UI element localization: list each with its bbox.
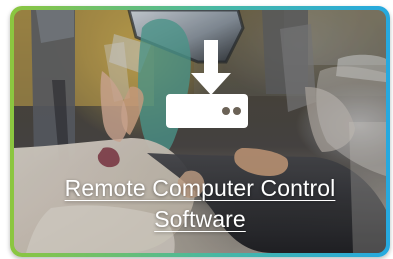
download-to-drive-icon (166, 40, 248, 128)
card-title-line-2: Software (154, 206, 246, 232)
card-photo-background: Remote Computer Control Software (14, 10, 386, 253)
card-title-line-1: Remote Computer Control (64, 175, 336, 201)
remote-computer-control-card[interactable]: Remote Computer Control Software (10, 6, 390, 257)
remote-computer-control-link[interactable]: Remote Computer Control Software (14, 173, 386, 235)
